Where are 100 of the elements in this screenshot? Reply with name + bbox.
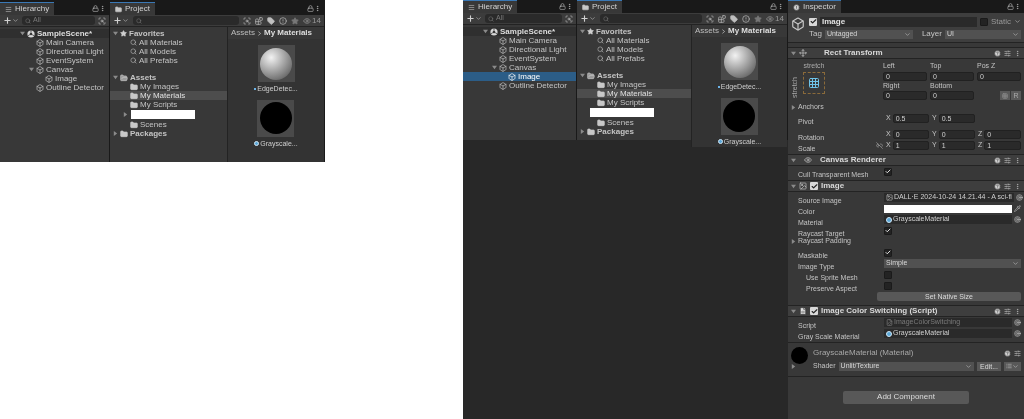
- presets-icon[interactable]: [1004, 49, 1011, 57]
- project-tree-item[interactable]: Favorites: [577, 27, 691, 36]
- lock-icon[interactable]: [770, 3, 777, 10]
- material-thumbnail[interactable]: [721, 97, 758, 135]
- type-filter-icon[interactable]: [718, 14, 727, 23]
- hierarchy-item[interactable]: Canvas: [0, 65, 109, 74]
- caret-down-icon[interactable]: [791, 50, 796, 56]
- breadcrumb-item[interactable]: My Materials: [728, 25, 777, 37]
- material-thumbnail[interactable]: [721, 43, 758, 80]
- help-icon[interactable]: [994, 307, 1001, 315]
- visible-count[interactable]: 14: [766, 12, 784, 25]
- project-tree-item[interactable]: Packages: [577, 127, 691, 136]
- add-button[interactable]: [113, 16, 129, 25]
- checkbox[interactable]: [884, 248, 892, 257]
- checkbox[interactable]: [884, 226, 892, 235]
- caret-right-icon[interactable]: [791, 105, 796, 110]
- search-filter-icon[interactable]: [243, 16, 252, 25]
- presets-icon[interactable]: [1004, 182, 1011, 190]
- panel-tab[interactable]: Project: [577, 0, 622, 13]
- project-tree-item[interactable]: Scenes: [577, 118, 691, 127]
- project-tree-item[interactable]: All Materials: [110, 38, 227, 47]
- anchor-preset-button[interactable]: [803, 71, 825, 94]
- search-filter-icon[interactable]: [706, 14, 715, 23]
- breadcrumb-item[interactable]: Assets: [695, 25, 719, 37]
- checkbox[interactable]: [884, 281, 892, 290]
- help-icon[interactable]: [994, 49, 1001, 57]
- checkbox[interactable]: [810, 182, 818, 190]
- checkbox[interactable]: [809, 17, 817, 26]
- lock-icon[interactable]: [1007, 3, 1014, 10]
- project-tree-item[interactable]: My Materials: [577, 89, 691, 98]
- presets-icon[interactable]: [1004, 156, 1011, 164]
- caret-right-icon[interactable]: [580, 129, 585, 134]
- star-icon[interactable]: [754, 14, 763, 23]
- caret-down-icon[interactable]: [580, 29, 585, 34]
- eyedropper-icon[interactable]: [1014, 205, 1021, 212]
- hierarchy-item[interactable]: Image: [0, 74, 109, 83]
- caret-down-icon[interactable]: [113, 75, 118, 80]
- lock-icon[interactable]: [559, 3, 566, 10]
- add-button[interactable]: [580, 14, 596, 23]
- help-icon[interactable]: [994, 156, 1001, 164]
- checkbox[interactable]: [884, 270, 892, 279]
- panel-tab[interactable]: Hierarchy: [0, 2, 55, 15]
- caret-down-icon[interactable]: [483, 29, 488, 34]
- project-tree-item[interactable]: Scenes: [110, 120, 227, 129]
- lock-icon[interactable]: [307, 5, 314, 12]
- hierarchy-item[interactable]: Directional Light: [0, 47, 109, 56]
- tag-icon[interactable]: [730, 14, 739, 23]
- panel-tab[interactable]: Project: [110, 2, 155, 15]
- checkbox[interactable]: [884, 167, 892, 176]
- panel-tab[interactable]: Hierarchy: [463, 0, 518, 13]
- checkbox[interactable]: [980, 17, 988, 26]
- project-tree-item[interactable]: Packages: [110, 129, 227, 138]
- tag-icon[interactable]: [267, 16, 276, 25]
- presets-icon[interactable]: [1014, 349, 1021, 357]
- type-filter-icon[interactable]: [255, 16, 264, 25]
- color-field[interactable]: [884, 204, 1012, 213]
- caret-down-icon[interactable]: [113, 31, 118, 36]
- checkbox[interactable]: [810, 307, 818, 315]
- search-filter-icon[interactable]: [565, 14, 573, 23]
- shader-menu-button[interactable]: [1004, 361, 1021, 371]
- add-component-button[interactable]: Add Component: [843, 390, 969, 404]
- project-tree-item[interactable]: All Models: [577, 45, 691, 54]
- project-tree-item[interactable]: My Images: [577, 80, 691, 89]
- lock-icon[interactable]: [92, 5, 99, 12]
- caret-down-icon[interactable]: [791, 308, 796, 314]
- project-tree-item[interactable]: All Models: [110, 47, 227, 56]
- help-icon[interactable]: [994, 182, 1001, 190]
- search-field[interactable]: [600, 14, 703, 23]
- hierarchy-item[interactable]: Directional Light: [463, 45, 576, 54]
- project-tree-item[interactable]: My Scripts: [110, 100, 227, 109]
- alert-icon[interactable]: [742, 14, 751, 23]
- caret-down-icon[interactable]: [29, 67, 34, 72]
- object-picker-icon[interactable]: [1015, 194, 1023, 201]
- caret-right-icon[interactable]: [791, 239, 796, 244]
- presets-icon[interactable]: [1004, 307, 1011, 315]
- caret-down-icon[interactable]: [20, 31, 25, 36]
- hierarchy-item[interactable]: SampleScene*: [463, 27, 576, 36]
- caret-down-icon[interactable]: [492, 65, 497, 70]
- link-icon[interactable]: [876, 142, 883, 149]
- project-tree-item[interactable]: My Images: [110, 82, 227, 91]
- caret-right-icon[interactable]: [123, 112, 128, 117]
- project-tree-item[interactable]: Favorites: [110, 29, 227, 38]
- hierarchy-item[interactable]: Canvas: [463, 63, 576, 72]
- hierarchy-item[interactable]: Outline Detector: [0, 83, 109, 92]
- hierarchy-item[interactable]: Outline Detector: [463, 81, 576, 90]
- panel-tab[interactable]: Inspector: [788, 0, 841, 13]
- project-tree-item[interactable]: All Prefabs: [577, 54, 691, 63]
- add-button[interactable]: [466, 14, 482, 23]
- search-filter-icon[interactable]: [98, 16, 106, 25]
- caret-down-icon[interactable]: [580, 73, 585, 78]
- visible-count[interactable]: 14: [303, 14, 321, 27]
- hierarchy-item[interactable]: SampleScene*: [0, 29, 109, 38]
- star-icon[interactable]: [291, 16, 300, 25]
- add-button[interactable]: [3, 16, 19, 25]
- project-tree-item[interactable]: All Prefabs: [110, 56, 227, 65]
- project-tree-item[interactable]: All Materials: [577, 36, 691, 45]
- breadcrumb-item[interactable]: Assets: [231, 27, 255, 39]
- hierarchy-item[interactable]: Main Camera: [463, 36, 576, 45]
- search-field[interactable]: [133, 16, 240, 25]
- caret-right-icon[interactable]: [113, 131, 118, 136]
